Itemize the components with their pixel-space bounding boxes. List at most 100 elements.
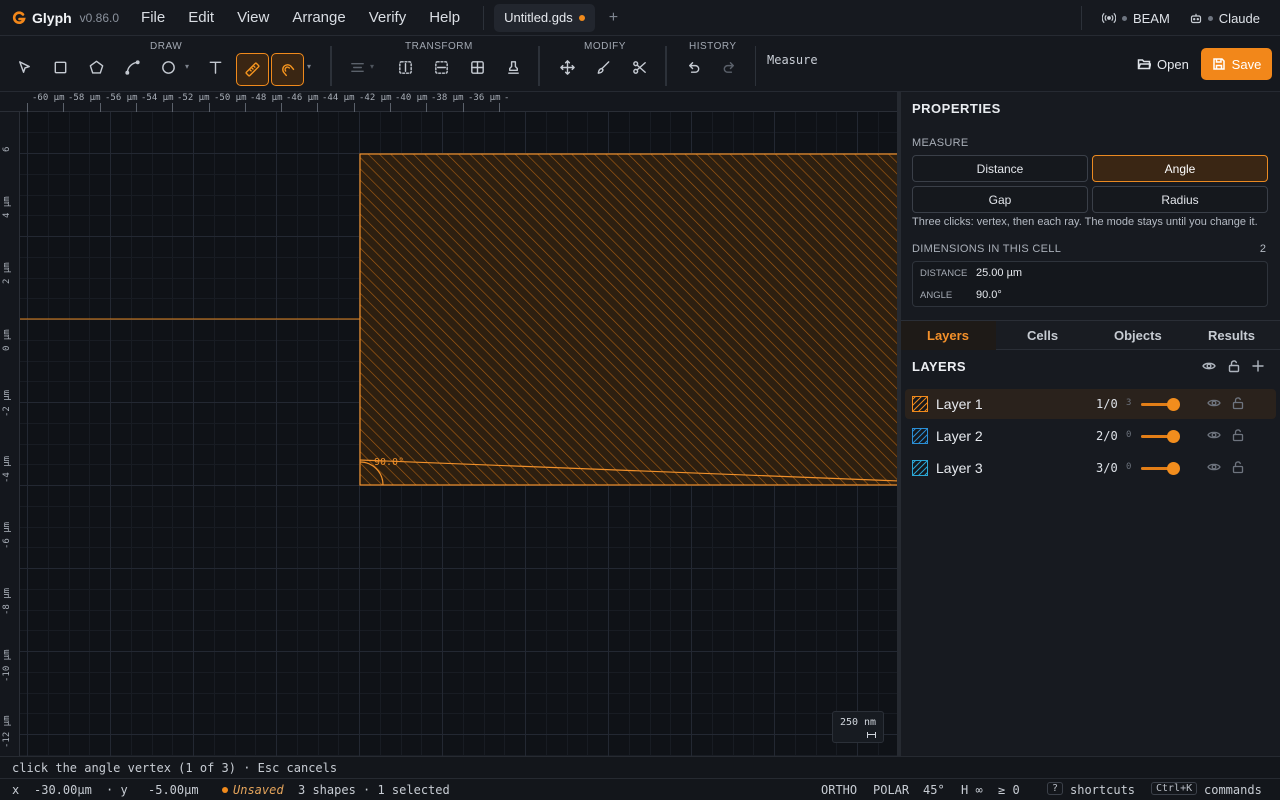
commands-key[interactable]: Ctrl+K (1151, 782, 1198, 795)
mode-radius-button[interactable]: Radius (1092, 186, 1268, 213)
shortcuts-label[interactable]: shortcuts (1070, 783, 1135, 797)
ruler-tick-label: -46 µm (286, 93, 319, 103)
layer-row[interactable]: Layer 2 2/0 0 (905, 421, 1276, 451)
open-button[interactable]: Open (1127, 48, 1199, 80)
glyph-logo-icon (12, 10, 26, 24)
min-constraint[interactable]: ≥ 0 (998, 783, 1020, 797)
slider-knob[interactable] (1167, 430, 1180, 443)
show-all-button[interactable] (1202, 359, 1216, 373)
cut-button[interactable] (624, 52, 654, 82)
claude-label: Claude (1218, 10, 1260, 26)
commands-label[interactable]: commands (1204, 783, 1262, 797)
layer-lock-toggle[interactable] (1231, 428, 1245, 442)
layer-visibility-toggle[interactable] (1207, 428, 1221, 442)
menu-edit[interactable]: Edit (188, 9, 214, 26)
paint-button[interactable] (588, 52, 618, 82)
canvas-drawing[interactable]: 90.0° (0, 92, 898, 756)
tab-cells[interactable]: Cells (1027, 328, 1058, 343)
layer-opacity-slider[interactable] (1141, 430, 1180, 443)
undo-button[interactable] (678, 52, 708, 82)
snap-magnet-button[interactable] (271, 53, 304, 86)
layer-opacity-slider[interactable] (1141, 398, 1180, 411)
angle-step[interactable]: 45° (923, 783, 945, 797)
circle-tool-button[interactable] (153, 52, 183, 82)
file-tab[interactable]: Untitled.gds (494, 3, 595, 32)
menu-help[interactable]: Help (429, 9, 460, 26)
ruler-tick (172, 103, 173, 112)
align-options-chevron-down-icon[interactable]: ▾ (370, 62, 374, 71)
layer-swatch-icon[interactable] (912, 396, 928, 412)
ruler-tick-label: -60 µm (32, 93, 65, 103)
ruler-tick-label: 6 (2, 146, 12, 152)
h-constraint[interactable]: H ∞ (961, 783, 983, 797)
circle-options-chevron-down-icon[interactable]: ▾ (185, 62, 189, 71)
layer-visibility-toggle[interactable] (1207, 396, 1221, 410)
path-tool-button[interactable] (117, 52, 147, 82)
properties-panel: PROPERTIES MEASURE Distance Angle Gap Ra… (901, 92, 1280, 756)
claude-status[interactable]: Claude (1190, 11, 1260, 26)
layer-lock-toggle[interactable] (1231, 396, 1245, 410)
layer-row[interactable]: Layer 1 1/0 3 (905, 389, 1276, 419)
save-button[interactable]: Save (1201, 48, 1272, 80)
ruler-top[interactable]: -60 µm -58 µm -56 µm -54 µm -52 µm -50 µm -48 … (0, 92, 898, 112)
polar-toggle[interactable]: POLAR (873, 783, 909, 797)
layer-name[interactable]: Layer 3 (936, 460, 983, 476)
measure-tool-button[interactable] (236, 53, 269, 86)
layer-shape-count: 3 (1126, 398, 1132, 408)
menu-view[interactable]: View (237, 9, 269, 26)
snap-options-chevron-down-icon[interactable]: ▾ (307, 62, 311, 71)
ruler-tick-label: -44 µm (322, 93, 355, 103)
dimensions-list: DISTANCE 25.00 µm ANGLE 90.0° (912, 261, 1268, 307)
text-tool-button[interactable] (200, 52, 230, 82)
menu-bar: Glyph v0.86.0 File Edit View Arrange Ver… (0, 0, 1280, 36)
rectangle-tool-button[interactable] (45, 52, 75, 82)
polygon-tool-button[interactable] (81, 52, 111, 82)
beam-status[interactable]: BEAM (1101, 11, 1170, 26)
mode-angle-button[interactable]: Angle (1092, 155, 1268, 182)
layer-name[interactable]: Layer 1 (936, 396, 983, 412)
add-layer-button[interactable] (1251, 359, 1265, 373)
ortho-toggle[interactable]: ORTHO (821, 783, 857, 797)
menu-arrange[interactable]: Arrange (292, 9, 345, 26)
layer-swatch-icon[interactable] (912, 460, 928, 476)
array-button[interactable] (462, 52, 492, 82)
layer-shape-count: 0 (1126, 430, 1132, 440)
unlock-icon (1228, 360, 1240, 373)
dimension-value[interactable]: 90.0° (976, 289, 1002, 301)
layer-name[interactable]: Layer 2 (936, 428, 983, 444)
tab-objects[interactable]: Objects (1114, 328, 1162, 343)
ruler-left[interactable]: 6 4 µm 2 µm 0 µm -2 µm -4 µm -6 µm -8 µm -10 µm -… (0, 112, 20, 756)
mode-distance-button[interactable]: Distance (912, 155, 1088, 182)
layer-lock-toggle[interactable] (1231, 460, 1245, 474)
toolbar-divider (665, 46, 667, 86)
selected-rectangle-shape[interactable] (359, 153, 898, 486)
dimension-value[interactable]: 25.00 µm (976, 267, 1022, 279)
slider-knob[interactable] (1167, 462, 1180, 475)
move-button[interactable] (552, 52, 582, 82)
app-logo: Glyph v0.86.0 (12, 10, 119, 26)
unlock-icon (1232, 429, 1244, 442)
dimensions-section-label: DIMENSIONS IN THIS CELL (912, 243, 1062, 255)
layer-opacity-slider[interactable] (1141, 462, 1180, 475)
select-tool-button[interactable] (9, 52, 39, 82)
plus-icon[interactable]: + (609, 9, 618, 27)
shortcuts-key[interactable]: ? (1047, 782, 1064, 795)
menu-verify[interactable]: Verify (369, 9, 407, 26)
layer-swatch-icon[interactable] (912, 428, 928, 444)
unlock-all-button[interactable] (1227, 359, 1241, 373)
align-button[interactable] (342, 52, 372, 82)
mode-gap-button[interactable]: Gap (912, 186, 1088, 213)
menu-file[interactable]: File (141, 9, 165, 26)
command-hint-bar: click the angle vertex (1 of 3) · Esc ca… (0, 756, 1280, 778)
layer-row[interactable]: Layer 3 3/0 0 (905, 453, 1276, 483)
flip-icon (434, 60, 448, 74)
layer-visibility-toggle[interactable] (1207, 460, 1221, 474)
redo-button[interactable] (714, 52, 744, 82)
layout-canvas[interactable]: 90.0° -60 µm -58 µm -56 µm -54 µm -52 µm -50 … (0, 92, 898, 756)
mirror-button[interactable] (390, 52, 420, 82)
flip-button[interactable] (426, 52, 456, 82)
slider-knob[interactable] (1167, 398, 1180, 411)
tab-results[interactable]: Results (1208, 328, 1255, 343)
stamp-button[interactable] (498, 52, 528, 82)
tab-layers[interactable]: Layers (927, 328, 969, 343)
